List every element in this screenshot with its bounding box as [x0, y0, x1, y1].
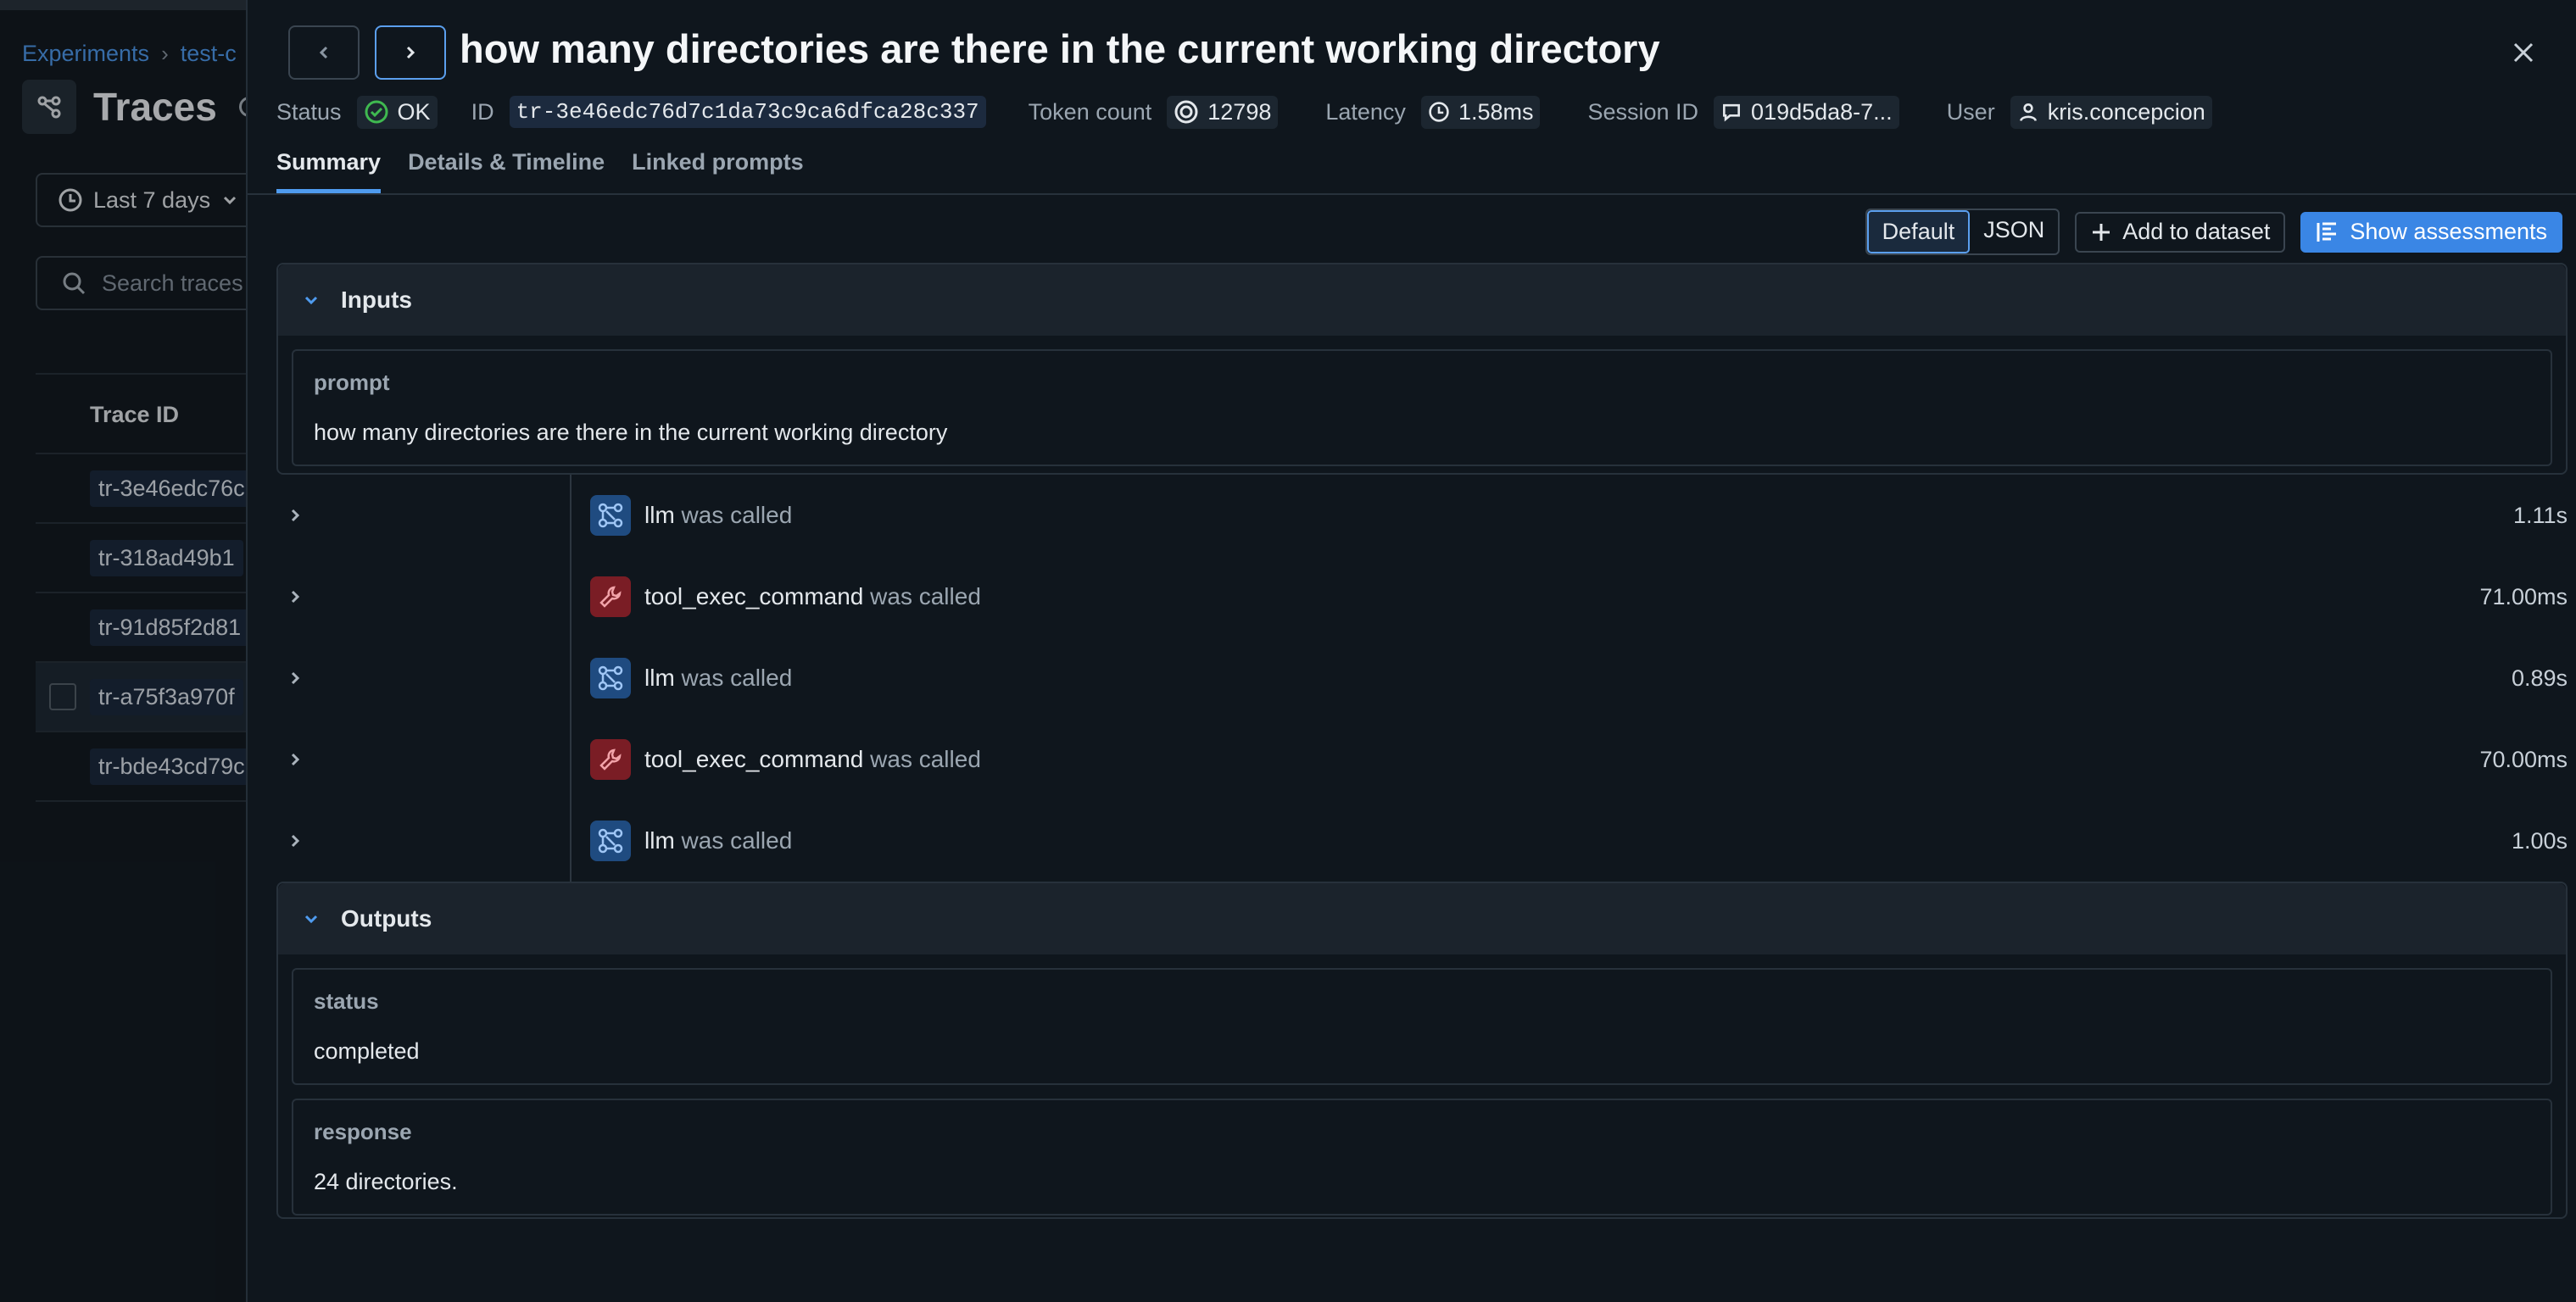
token-count-value: 12798: [1207, 98, 1272, 125]
user-icon: [2019, 103, 2037, 121]
show-assessments-button[interactable]: Show assessments: [2300, 211, 2562, 253]
view-default-button[interactable]: Default: [1866, 210, 1971, 253]
next-trace-button[interactable]: [375, 25, 446, 80]
span-name-text: llm: [644, 502, 675, 528]
span-suffix: was called: [681, 502, 793, 528]
span-name-text: tool_exec_command: [644, 583, 864, 609]
span-row[interactable]: tool_exec_command was called 70.00ms: [276, 734, 2568, 785]
span-suffix: was called: [681, 665, 793, 691]
span-duration: 1.00s: [2511, 827, 2568, 854]
outputs-title: Outputs: [341, 905, 432, 932]
user-badge: kris.concepcion: [2010, 95, 2212, 129]
close-icon: [2513, 42, 2534, 63]
view-json-button[interactable]: JSON: [1970, 210, 2058, 253]
add-to-dataset-button[interactable]: Add to dataset: [2075, 211, 2286, 253]
session-id-label: Session ID: [1587, 98, 1699, 125]
latency-value: 1.58ms: [1458, 98, 1534, 125]
trace-metadata: Status OK ID tr-3e46edc76d7c1da73c9ca6df…: [276, 93, 2212, 131]
previous-trace-button[interactable]: [288, 25, 360, 80]
chevron-right-icon[interactable]: [278, 506, 312, 525]
field-value: completed: [314, 1038, 420, 1064]
latency-label: Latency: [1325, 98, 1406, 125]
token-count-label: Token count: [1028, 98, 1152, 125]
field-key: response: [314, 1119, 412, 1144]
chevron-right-icon[interactable]: [278, 587, 312, 606]
session-id-value: 019d5da8-7...: [1751, 98, 1893, 125]
close-button[interactable]: [2505, 34, 2542, 71]
wrench-icon: [590, 739, 631, 780]
field-key: status: [314, 988, 379, 1014]
clock-icon: [1429, 102, 1449, 122]
span-name: llm was called: [644, 502, 792, 529]
span-name: llm was called: [644, 665, 792, 692]
span-name-text: tool_exec_command: [644, 746, 864, 772]
span-row[interactable]: llm was called 1.00s: [276, 815, 2568, 866]
plus-icon: [2093, 223, 2110, 241]
span-name: llm was called: [644, 827, 792, 854]
user-value: kris.concepcion: [2047, 98, 2205, 125]
output-field-response: response 24 directories.: [292, 1099, 2552, 1216]
tab-summary[interactable]: Summary: [276, 149, 382, 193]
add-to-dataset-label: Add to dataset: [2122, 219, 2271, 244]
user-label: User: [1946, 98, 1995, 125]
input-field-prompt: prompt how many directories are there in…: [292, 349, 2552, 466]
llm-icon: [590, 495, 631, 536]
field-value: 24 directories.: [314, 1169, 458, 1194]
inputs-header[interactable]: Inputs: [278, 264, 2566, 336]
field-key: prompt: [314, 370, 390, 395]
assessments-icon: [2317, 222, 2337, 242]
show-assessments-label: Show assessments: [2350, 219, 2547, 244]
chevron-down-icon: [304, 915, 318, 924]
token-icon: [1174, 100, 1198, 124]
chevron-right-icon[interactable]: [278, 832, 312, 850]
span-duration: 70.00ms: [2479, 746, 2568, 772]
llm-icon: [590, 658, 631, 698]
summary-toolbar: Default JSON Add to dataset Show assessm…: [1865, 209, 2562, 255]
chevron-right-icon[interactable]: [278, 669, 312, 687]
span-name-text: llm: [644, 827, 675, 854]
span-row[interactable]: tool_exec_command was called 71.00ms: [276, 571, 2568, 622]
drawer-backdrop[interactable]: [0, 0, 246, 1302]
drawer-title: how many directories are there in the cu…: [460, 26, 1660, 71]
message-icon: [1723, 103, 1741, 122]
span-name: tool_exec_command was called: [644, 583, 981, 610]
span-duration: 0.89s: [2511, 665, 2568, 691]
latency-badge: 1.58ms: [1420, 95, 1541, 129]
trace-detail-drawer: how many directories are there in the cu…: [246, 0, 2576, 1302]
chevron-right-icon[interactable]: [278, 750, 312, 769]
llm-icon: [590, 821, 631, 861]
tab-linked-prompts[interactable]: Linked prompts: [632, 149, 804, 193]
output-field-status: status completed: [292, 968, 2552, 1085]
drawer-tabs: Summary Details & Timeline Linked prompt…: [276, 149, 804, 193]
session-id-badge[interactable]: 019d5da8-7...: [1714, 95, 1899, 129]
chevron-down-icon: [304, 296, 318, 305]
span-duration: 1.11s: [2512, 502, 2568, 528]
span-duration: 71.00ms: [2479, 583, 2568, 609]
span-name-text: llm: [644, 665, 675, 691]
chevron-left-icon: [319, 46, 328, 59]
status-value: OK: [397, 98, 431, 125]
outputs-header[interactable]: Outputs: [278, 883, 2566, 954]
span-row[interactable]: llm was called 1.11s: [276, 490, 2568, 541]
id-label: ID: [471, 98, 494, 125]
status-label: Status: [276, 98, 342, 125]
outputs-section: Outputs status completed response 24 dir…: [276, 882, 2568, 1219]
trace-id-value[interactable]: tr-3e46edc76d7c1da73c9ca6dfca28c337: [509, 96, 986, 128]
field-value: how many directories are there in the cu…: [314, 420, 948, 445]
span-suffix: was called: [870, 746, 981, 772]
check-circle-icon: [365, 100, 388, 124]
inputs-section: Inputs prompt how many directories are t…: [276, 263, 2568, 475]
tab-details-timeline[interactable]: Details & Timeline: [408, 149, 605, 193]
span-row[interactable]: llm was called 0.89s: [276, 653, 2568, 704]
span-name: tool_exec_command was called: [644, 746, 981, 773]
wrench-icon: [590, 576, 631, 617]
view-mode-toggle: Default JSON: [1865, 209, 2060, 255]
inputs-title: Inputs: [341, 287, 412, 313]
token-count-badge: 12798: [1167, 95, 1279, 129]
chevron-right-icon: [406, 46, 415, 59]
tabs-divider: [248, 193, 2576, 195]
span-suffix: was called: [870, 583, 981, 609]
span-suffix: was called: [681, 827, 793, 854]
status-badge: OK: [356, 95, 438, 129]
